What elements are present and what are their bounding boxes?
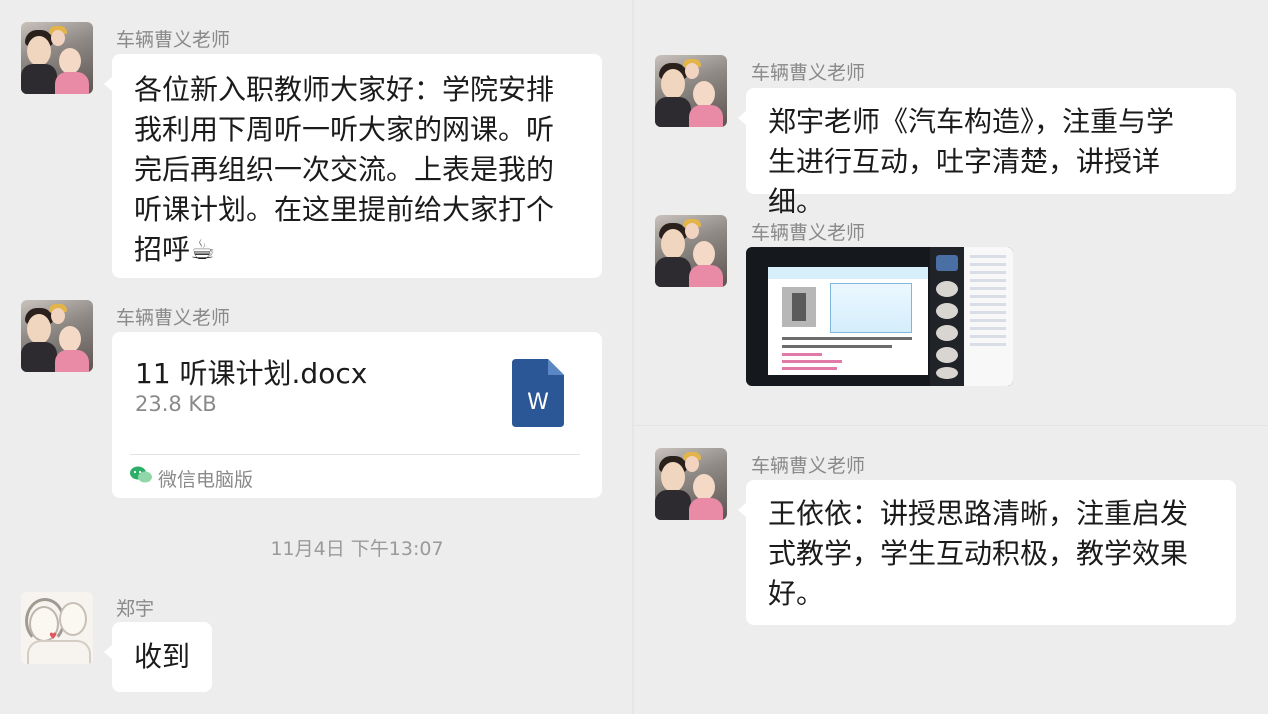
participant-tiles (930, 247, 964, 386)
avatar[interactable] (21, 22, 93, 94)
sender-name: 车辆曹义老师 (116, 307, 231, 329)
lecture-slide-image (768, 267, 928, 375)
file-attachment-card[interactable]: 11 听课计划.docx 23.8 KB W 微信电脑版 (112, 332, 602, 498)
participant-list-panel (964, 247, 1013, 386)
message-line: 各位新入职教师大家好：学院安排 (134, 73, 555, 106)
message-text: 收到 (134, 640, 191, 673)
sender-name: 车辆曹义老师 (116, 29, 231, 51)
wechat-icon (130, 466, 152, 483)
file-name: 11 听课计划.docx (135, 357, 368, 390)
message-line: 听课计划。在这里提前给大家打个 (134, 193, 555, 226)
word-document-icon: W (512, 359, 564, 427)
sender-name: 车辆曹义老师 (751, 62, 866, 84)
sender-name: 车辆曹义老师 (751, 455, 866, 477)
message-bubble[interactable]: 各位新入职教师大家好：学院安排 我利用下周听一听大家的网课。听 完后再组织一次交… (104, 54, 602, 278)
sender-name: 郑宇 (116, 598, 155, 620)
message-line: 好。 (768, 577, 825, 610)
message-line: 完后再组织一次交流。上表是我的 (134, 153, 555, 186)
avatar[interactable]: ♥ (21, 592, 93, 664)
message-line: 王依依：讲授思路清晰，注重启发 (768, 497, 1189, 530)
avatar[interactable] (655, 55, 727, 127)
card-divider (130, 454, 580, 455)
column-divider (632, 0, 634, 714)
message-bubble[interactable]: 收到 (104, 622, 213, 692)
avatar[interactable] (655, 215, 727, 287)
message-line: 式教学，学生互动积极，教学效果 (768, 537, 1189, 570)
file-source-label: 微信电脑版 (158, 469, 254, 491)
message-line: 生进行互动，吐字清楚，讲授详细。 (768, 145, 1161, 218)
message-bubble[interactable]: 郑宇老师《汽车构造》，注重与学 生进行互动，吐字清楚，讲授详细。 (738, 88, 1236, 218)
timestamp: 11月4日 下午13:07 (270, 538, 444, 560)
message-line: 招呼☕ (134, 233, 216, 266)
message-bubble[interactable]: 王依依：讲授思路清晰，注重启发 式教学，学生互动积极，教学效果 好。 (738, 480, 1236, 625)
right-column-separator (634, 425, 1268, 426)
avatar[interactable] (21, 300, 93, 372)
sender-name: 车辆曹义老师 (751, 222, 866, 244)
message-line: 我利用下周听一听大家的网课。听 (134, 113, 555, 146)
video-meeting-screenshot[interactable] (746, 247, 1013, 386)
file-size: 23.8 KB (135, 392, 217, 416)
avatar[interactable] (655, 448, 727, 520)
message-line: 郑宇老师《汽车构造》，注重与学 (768, 105, 1175, 138)
word-icon-letter: W (527, 390, 549, 415)
